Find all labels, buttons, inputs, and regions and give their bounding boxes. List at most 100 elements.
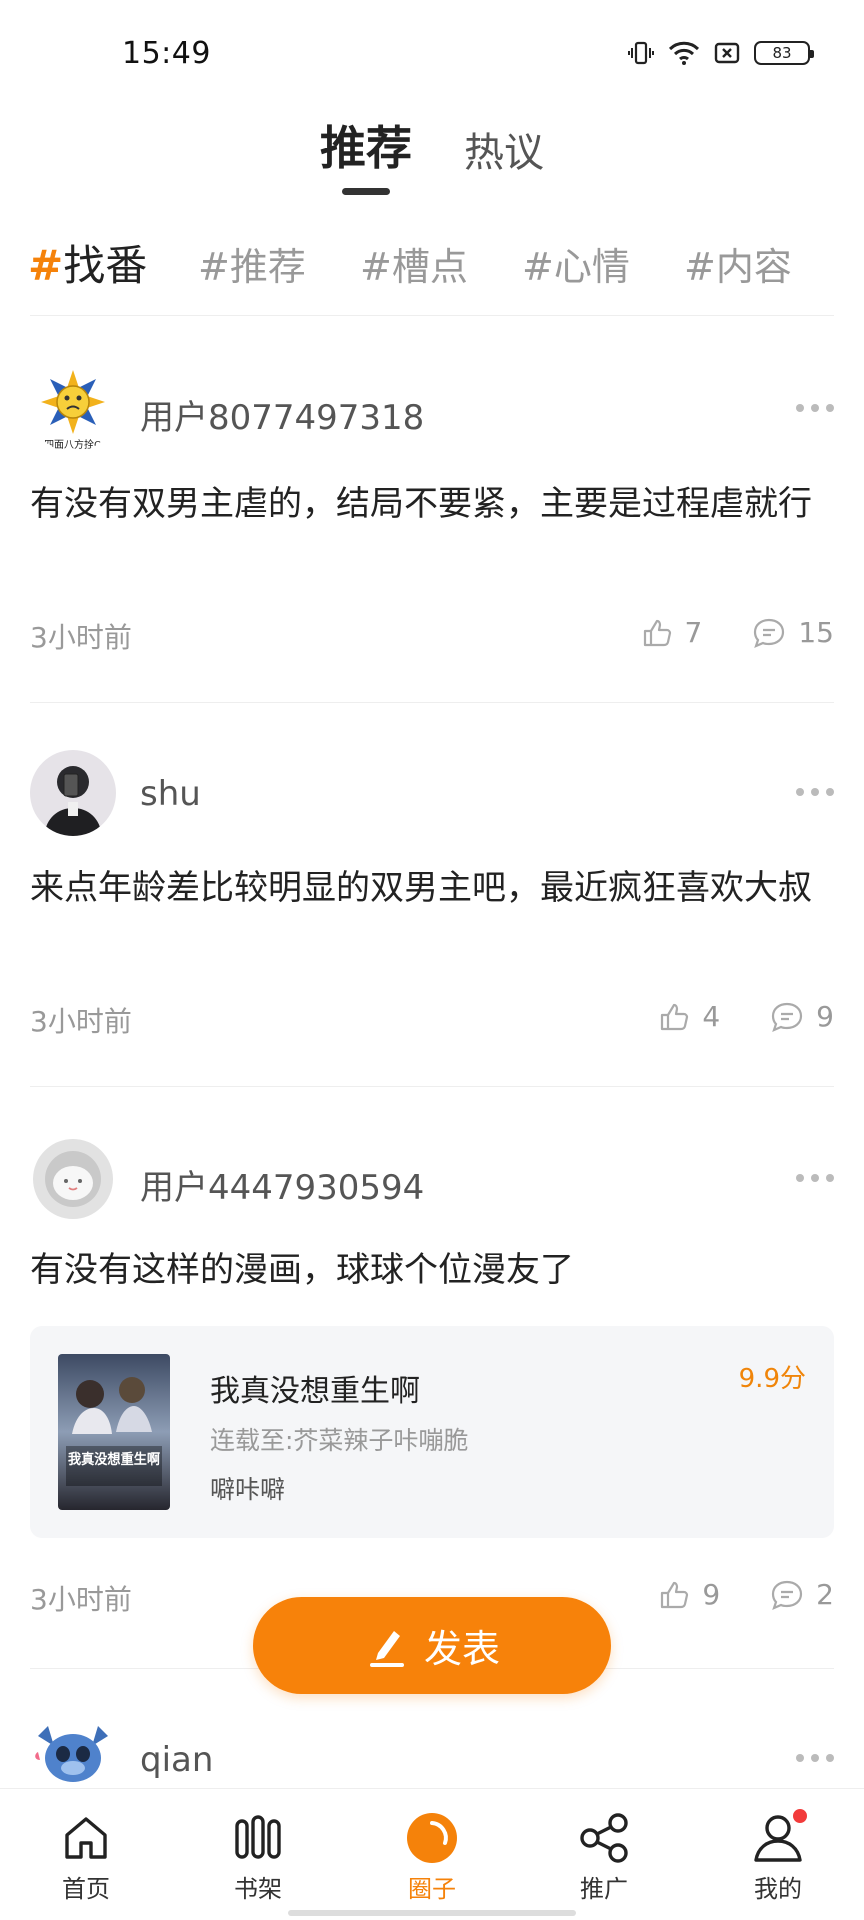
tab-indicator: [342, 188, 390, 195]
avatar[interactable]: [30, 1136, 116, 1222]
pen-icon: [369, 1630, 404, 1667]
nav-label: 推广: [580, 1875, 628, 1903]
default-avatar-icon: [33, 1139, 113, 1219]
divider: [30, 315, 834, 316]
username[interactable]: shu: [140, 774, 201, 814]
tag-row: #找番 #推荐 #槽点 #心情 #内容: [28, 232, 836, 302]
username[interactable]: 用户8077497318: [140, 390, 424, 439]
avatar[interactable]: [30, 1716, 116, 1786]
username[interactable]: 用户4447930594: [140, 1160, 424, 1209]
post-card[interactable]: qian: [30, 1716, 834, 1786]
thumbs-up-icon: [643, 619, 671, 646]
post-time: 3小时前: [30, 1005, 132, 1038]
post-card[interactable]: shu 来点年龄差比较明显的双男主吧，最近疯狂喜欢大叔 3小时前 4 9: [30, 750, 834, 1040]
comment-icon: [754, 618, 785, 648]
nav-circle[interactable]: 圈子: [372, 1811, 492, 1911]
nav-mine[interactable]: 我的: [718, 1807, 838, 1911]
book-card[interactable]: 我真没想重生啊 我真没想重生啊 连载至:芥菜辣子咔嘣脆 噼咔噼 9.9分: [30, 1326, 834, 1538]
post-meta: 3小时前 7 15: [30, 616, 834, 656]
profile-icon: [751, 1807, 809, 1865]
book-cover: 我真没想重生啊: [58, 1354, 170, 1510]
post-stats: 7 15: [641, 616, 834, 649]
post-header: shu: [30, 750, 834, 840]
sim-off-icon: [714, 42, 740, 64]
post-stats: 4 9: [658, 1000, 834, 1033]
tag-complaints[interactable]: #槽点: [360, 236, 468, 291]
like-button[interactable]: 7: [641, 616, 703, 649]
tab-recommend[interactable]: 推荐: [320, 112, 412, 178]
more-options-icon[interactable]: [796, 1752, 834, 1764]
post-text: 有没有双男主虐的，结局不要紧，主要是过程虐就行: [30, 484, 812, 524]
publish-button[interactable]: 发表: [253, 1597, 611, 1694]
svg-text:四面八方拴Q: 四面八方拴Q: [44, 438, 102, 451]
nav-promote[interactable]: 推广: [544, 1811, 664, 1911]
nav-label: 首页: [62, 1875, 110, 1903]
battery-icon: 83: [754, 41, 814, 65]
like-button[interactable]: 9: [658, 1578, 720, 1611]
home-indicator: [288, 1910, 576, 1916]
notification-badge: [791, 1807, 809, 1825]
wifi-icon: [668, 41, 700, 65]
post-time: 3小时前: [30, 1583, 132, 1616]
post-text: 来点年龄差比较明显的双男主吧，最近疯狂喜欢大叔: [30, 868, 812, 908]
thumbs-up-icon: [661, 1581, 689, 1608]
publish-label: 发表: [423, 1627, 500, 1671]
nav-bookshelf[interactable]: 书架: [198, 1811, 318, 1911]
like-button[interactable]: 4: [658, 1000, 720, 1033]
tag-label: 找番: [63, 241, 148, 290]
book-title: 我真没想重生啊: [210, 1374, 420, 1409]
comment-icon: [772, 1580, 803, 1610]
comment-button[interactable]: 15: [752, 616, 834, 649]
person-avatar-icon: [30, 750, 116, 836]
tag-content[interactable]: #内容: [684, 236, 792, 291]
comment-count: 2: [816, 1578, 834, 1611]
like-count: 4: [702, 1000, 721, 1033]
book-latest-chapter: 连载至:芥菜辣子咔嘣脆: [210, 1426, 469, 1455]
comment-count: 15: [798, 616, 834, 649]
avatar[interactable]: [30, 750, 116, 836]
tag-recommend[interactable]: #推荐: [198, 236, 306, 291]
home-icon: [59, 1811, 113, 1865]
more-options-icon[interactable]: [796, 402, 834, 414]
sun-avatar-icon: 四面八方拴Q: [30, 366, 116, 452]
comment-icon: [772, 1002, 803, 1032]
more-options-icon[interactable]: [796, 786, 834, 798]
svg-text:我真没想重生啊: 我真没想重生啊: [68, 1451, 160, 1468]
nav-label: 书架: [234, 1875, 282, 1903]
avatar[interactable]: 四面八方拴Q: [30, 366, 116, 452]
nav-home[interactable]: 首页: [26, 1811, 146, 1911]
tag-mood[interactable]: #心情: [522, 236, 630, 291]
tag-find-anime[interactable]: #找番: [28, 232, 147, 293]
post-stats: 9 2: [658, 1578, 834, 1611]
comment-button[interactable]: 2: [770, 1578, 834, 1611]
thumbs-up-icon: [661, 1003, 689, 1030]
top-tabs: 推荐 热议: [0, 112, 864, 202]
book-cover-image: 我真没想重生啊: [58, 1354, 170, 1510]
divider: [30, 702, 834, 703]
post-card[interactable]: 四面八方拴Q 用户8077497318 有没有双男主虐的，结局不要紧，主要是过程…: [30, 366, 834, 656]
like-count: 9: [702, 1578, 721, 1611]
comment-count: 9: [816, 1000, 834, 1033]
comment-button[interactable]: 9: [770, 1000, 834, 1033]
more-options-icon[interactable]: [796, 1172, 834, 1184]
username[interactable]: qian: [140, 1740, 213, 1780]
post-header: 四面八方拴Q 用户8077497318: [30, 366, 834, 456]
post-header: 用户4447930594: [30, 1136, 834, 1226]
book-author: 噼咔噼: [210, 1475, 286, 1504]
nav-label: 我的: [754, 1875, 802, 1903]
share-icon: [577, 1811, 631, 1865]
tab-hot-discussion[interactable]: 热议: [464, 120, 544, 178]
divider: [30, 1086, 834, 1087]
status-bar: 15:49 83: [0, 0, 864, 100]
vibrate-icon: [628, 41, 654, 65]
tag-hash: #: [28, 241, 64, 290]
post-text: 有没有这样的漫画，球球个位漫友了: [30, 1250, 574, 1290]
status-icons: 83: [628, 40, 814, 66]
post-meta: 3小时前 4 9: [30, 1000, 834, 1040]
circle-icon: [405, 1811, 459, 1865]
book-score: 9.9分: [738, 1364, 806, 1394]
like-count: 7: [684, 616, 703, 649]
status-time: 15:49: [122, 36, 211, 71]
post-time: 3小时前: [30, 621, 132, 654]
bottom-nav: 首页 书架 圈子 推广 我的: [0, 1788, 864, 1920]
